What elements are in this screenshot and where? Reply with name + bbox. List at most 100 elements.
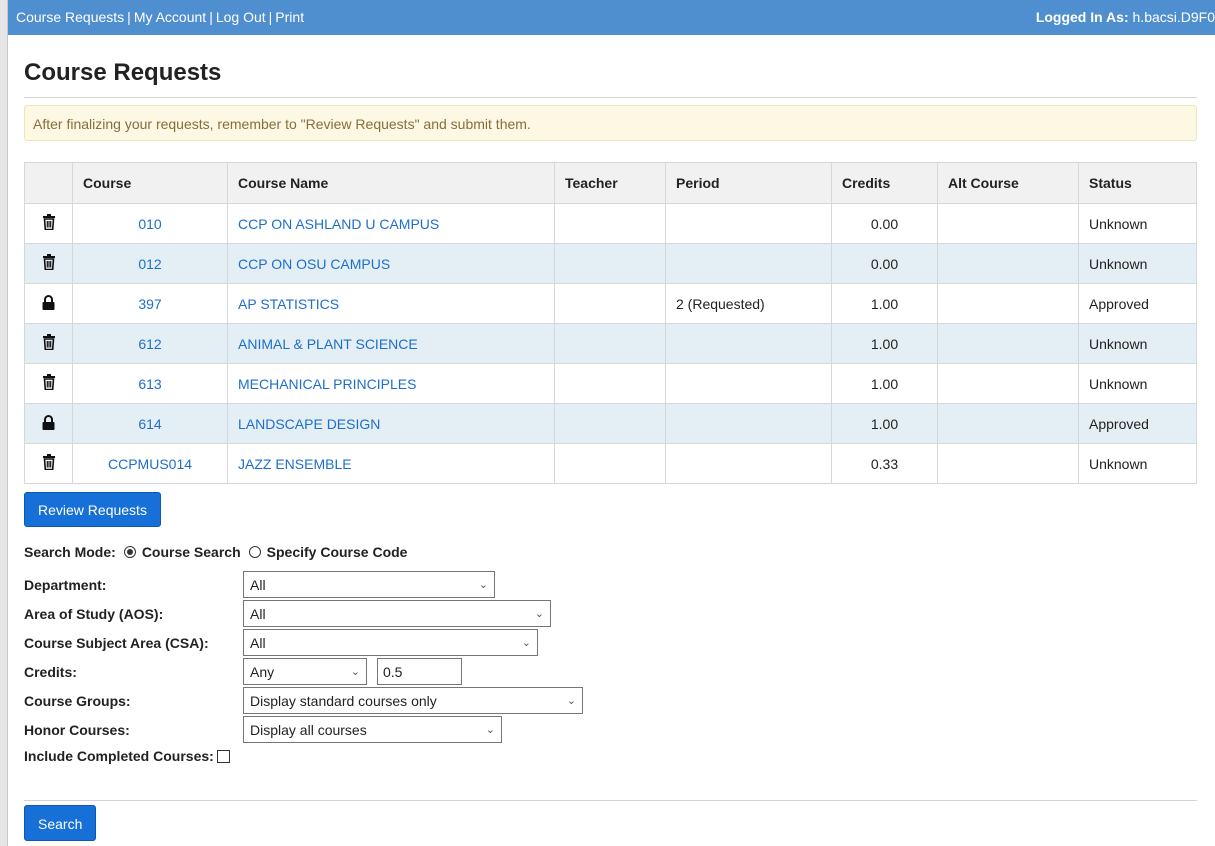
- honor-courses-label: Honor Courses:: [24, 721, 130, 738]
- course-code-link[interactable]: 612: [138, 336, 161, 352]
- credits-cell: 1.00: [831, 363, 938, 404]
- specify-course-code-radio[interactable]: [248, 546, 261, 558]
- logged-in-user: h.bacsi.D9F0: [1132, 9, 1215, 25]
- course-search-label: Course Search: [141, 544, 241, 560]
- course-name-cell: MECHANICAL PRINCIPLES: [227, 363, 555, 404]
- specify-course-code-label: Specify Course Code: [266, 544, 408, 560]
- course-code-link[interactable]: 397: [138, 296, 161, 312]
- course-code-cell: 613: [72, 363, 228, 404]
- logged-in-label: Logged In As:: [1035, 9, 1129, 25]
- include-completed-checkbox[interactable]: [216, 749, 230, 763]
- aos-label: Area of Study (AOS):: [24, 605, 164, 622]
- col-header-course: Course: [72, 162, 228, 204]
- nav-separator: |: [268, 9, 273, 25]
- col-header-period: Period: [665, 162, 832, 204]
- period-cell: [665, 243, 832, 284]
- reminder-alert: After finalizing your requests, remember…: [24, 105, 1197, 141]
- course-name-link[interactable]: MECHANICAL PRINCIPLES: [238, 376, 416, 392]
- honor-courses-select[interactable]: Display all courses ⌄: [243, 716, 502, 743]
- include-completed-row: Include Completed Courses:: [24, 744, 1197, 768]
- chevron-down-icon: ⌄: [521, 637, 531, 649]
- course-name-cell: ANIMAL & PLANT SCIENCE: [227, 323, 555, 364]
- department-row: Department: All ⌄: [24, 570, 1197, 599]
- teacher-cell: [554, 403, 666, 444]
- course-search-radio[interactable]: [123, 546, 136, 558]
- trash-icon[interactable]: [42, 254, 56, 273]
- course-code-link[interactable]: 613: [138, 376, 161, 392]
- course-code-cell: 010: [72, 203, 228, 244]
- course-groups-select[interactable]: Display standard courses only ⌄: [243, 687, 583, 714]
- course-name-cell: CCP ON ASHLAND U CAMPUS: [227, 203, 555, 244]
- csa-select[interactable]: All ⌄: [243, 629, 538, 656]
- credits-amount-input[interactable]: 0.5: [377, 658, 462, 685]
- course-name-link[interactable]: JAZZ ENSEMBLE: [238, 456, 352, 472]
- department-select[interactable]: All ⌄: [243, 571, 495, 598]
- course-groups-label: Course Groups:: [24, 692, 131, 709]
- course-name-link[interactable]: AP STATISTICS: [238, 296, 339, 312]
- honor-courses-row: Honor Courses: Display all courses ⌄: [24, 715, 1197, 744]
- nav-separator: |: [209, 9, 213, 25]
- csa-label: Course Subject Area (CSA):: [24, 634, 209, 651]
- trash-icon[interactable]: [42, 374, 56, 393]
- lock-icon: [42, 414, 55, 433]
- nav-link-my-account[interactable]: My Account: [134, 9, 206, 25]
- teacher-cell: [554, 203, 666, 244]
- nav-separator: |: [127, 9, 131, 25]
- course-name-link[interactable]: CCP ON OSU CAMPUS: [238, 256, 390, 272]
- form-divider: [24, 800, 1197, 801]
- course-search-form: Department: All ⌄ Area of Study (AOS): A…: [24, 570, 1197, 768]
- trash-icon[interactable]: [42, 334, 56, 353]
- table-header-row: Course Course Name Teacher Period Credit…: [24, 162, 1197, 204]
- course-code-link[interactable]: 012: [138, 256, 161, 272]
- review-requests-button[interactable]: Review Requests: [24, 492, 161, 527]
- alt-course-cell: [937, 283, 1079, 324]
- credits-cell: 0.00: [831, 243, 938, 284]
- nav-link-course-requests[interactable]: Course Requests: [16, 9, 124, 25]
- trash-icon[interactable]: [42, 214, 56, 233]
- row-icon-cell: [24, 283, 73, 324]
- course-name-cell: JAZZ ENSEMBLE: [227, 443, 555, 484]
- course-name-link[interactable]: ANIMAL & PLANT SCIENCE: [238, 336, 418, 352]
- chevron-down-icon: ⌄: [534, 608, 544, 620]
- status-cell: Unknown: [1078, 363, 1197, 404]
- course-code-link[interactable]: CCPMUS014: [108, 456, 192, 472]
- aos-select[interactable]: All ⌄: [243, 600, 551, 627]
- teacher-cell: [554, 323, 666, 364]
- top-nav-links: Course Requests | My Account | Log Out | Print: [16, 9, 304, 25]
- course-code-link[interactable]: 010: [138, 216, 161, 232]
- trash-icon[interactable]: [42, 454, 56, 473]
- search-mode: Search Mode: Course Search Specify Cours…: [24, 541, 1197, 563]
- course-groups-value: Display standard courses only: [250, 692, 437, 709]
- credits-select[interactable]: Any ⌄: [243, 658, 367, 685]
- alt-course-cell: [937, 203, 1079, 244]
- search-button[interactable]: Search: [24, 805, 97, 841]
- teacher-cell: [554, 363, 666, 404]
- table-row: 012 CCP ON OSU CAMPUS 0.00 Unknown: [24, 243, 1197, 284]
- col-header-icon: [24, 162, 73, 204]
- main-content: Course Requests After finalizing your re…: [24, 35, 1197, 841]
- page-title: Course Requests: [24, 59, 222, 86]
- course-code-cell: 397: [72, 283, 228, 324]
- period-cell: [665, 443, 832, 484]
- row-icon-cell: [24, 403, 73, 444]
- course-name-link[interactable]: LANDSCAPE DESIGN: [238, 416, 380, 432]
- status-cell: Unknown: [1078, 443, 1197, 484]
- credits-value: Any: [250, 663, 275, 680]
- credits-cell: 1.00: [831, 283, 938, 324]
- course-code-link[interactable]: 614: [138, 416, 161, 432]
- teacher-cell: [554, 443, 666, 484]
- course-code-cell: 012: [72, 243, 228, 284]
- credits-cell: 0.33: [831, 443, 938, 484]
- status-cell: Unknown: [1078, 323, 1197, 364]
- nav-link-print[interactable]: Print: [275, 9, 304, 25]
- course-requests-table: Course Course Name Teacher Period Credit…: [24, 162, 1197, 484]
- nav-link-log-out[interactable]: Log Out: [216, 9, 266, 25]
- alt-course-cell: [937, 403, 1079, 444]
- course-name-link[interactable]: CCP ON ASHLAND U CAMPUS: [238, 216, 439, 232]
- include-completed-label: Include Completed Courses:: [24, 748, 214, 764]
- aos-row: Area of Study (AOS): All ⌄: [24, 599, 1197, 628]
- row-icon-cell: [24, 323, 73, 364]
- window-frame-left: [0, 0, 8, 846]
- credits-cell: 1.00: [831, 323, 938, 364]
- course-name-cell: AP STATISTICS: [227, 283, 555, 324]
